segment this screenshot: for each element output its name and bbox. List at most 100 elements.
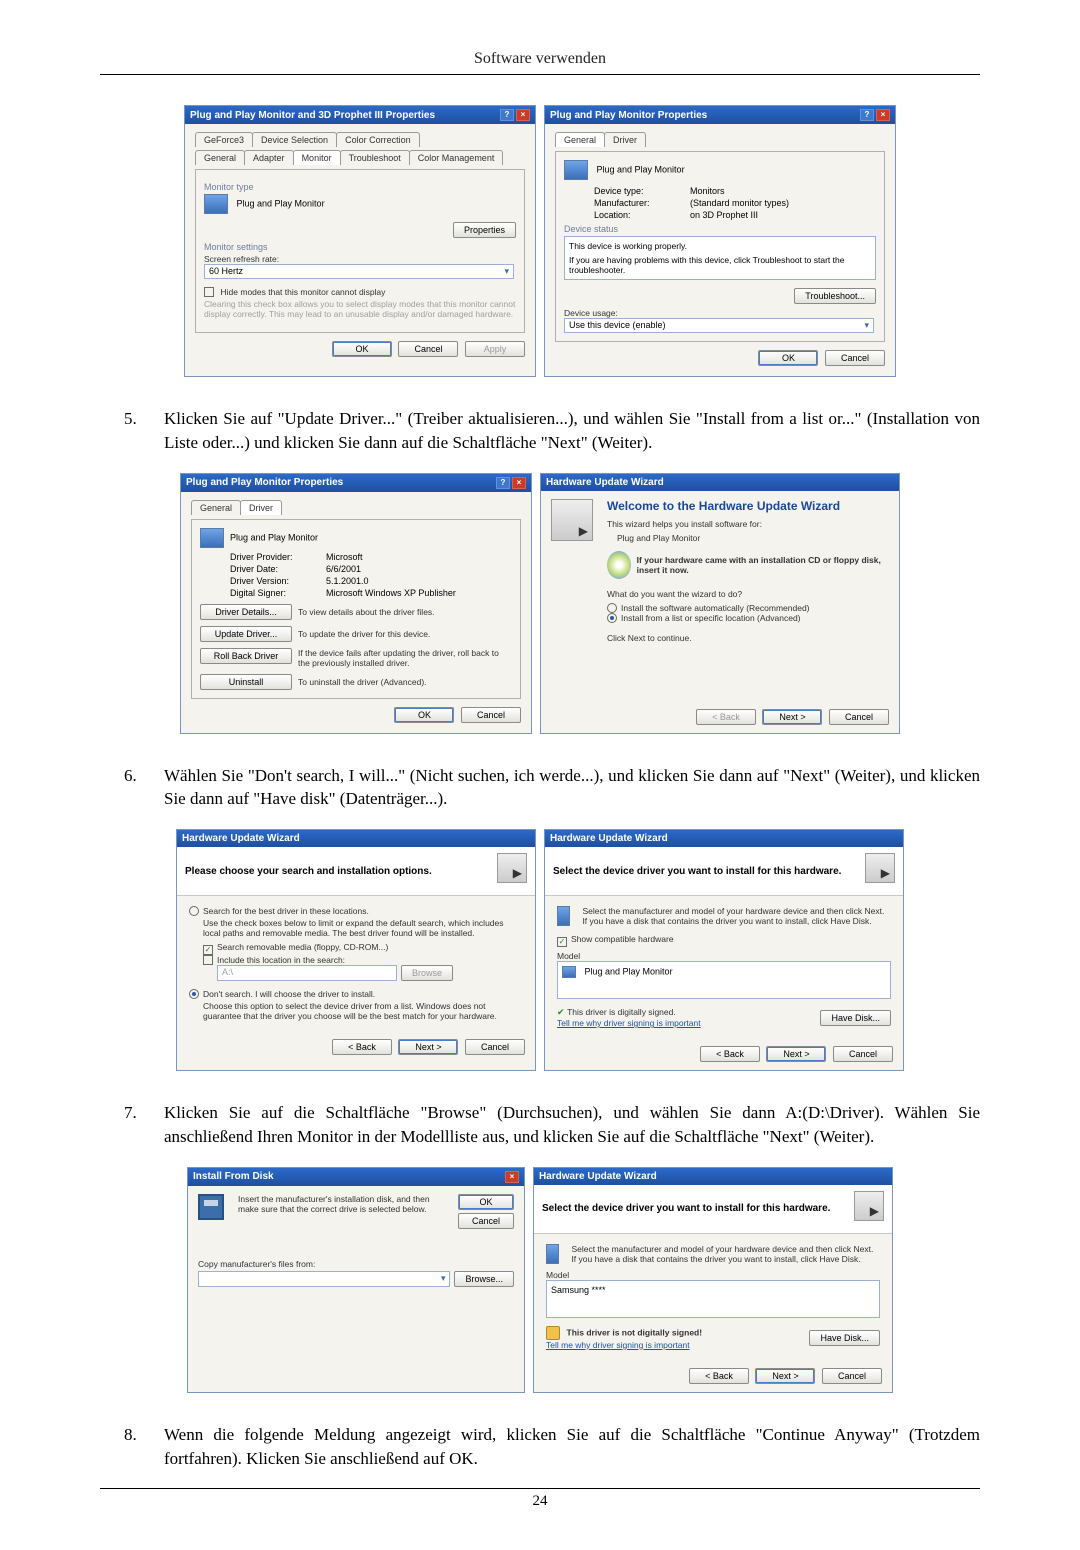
screenshot-pair-4: Install From Disk × Insert the manufactu… (100, 1167, 980, 1393)
rollback-desc: If the device fails after updating the d… (298, 648, 512, 668)
tab-adapter[interactable]: Adapter (244, 150, 294, 165)
help-icon[interactable]: ? (500, 109, 514, 121)
tab-general[interactable]: General (191, 500, 241, 515)
radio-list[interactable] (607, 613, 617, 623)
radio-dont-search[interactable] (189, 989, 199, 999)
browse-button[interactable]: Browse... (454, 1271, 514, 1287)
close-icon[interactable]: × (512, 477, 526, 489)
select-driver-desc: Select the manufacturer and model of you… (571, 1244, 880, 1264)
have-disk-button[interactable]: Have Disk... (820, 1010, 891, 1026)
display-properties-window: Plug and Play Monitor and 3D Prophet III… (184, 105, 536, 377)
cancel-button[interactable]: Cancel (461, 707, 521, 723)
provider-key: Driver Provider: (230, 552, 326, 562)
next-button[interactable]: Next > (762, 709, 822, 725)
wizard-search-options: Hardware Update Wizard Please choose you… (176, 829, 536, 1071)
ok-button[interactable]: OK (758, 350, 818, 366)
rollback-button[interactable]: Roll Back Driver (200, 648, 292, 664)
page-header: Software verwenden (100, 50, 980, 68)
cancel-button[interactable]: Cancel (458, 1213, 514, 1229)
monitor-type-label: Monitor type (204, 182, 516, 192)
model-listbox[interactable]: Plug and Play Monitor (557, 961, 891, 999)
model-label: Model (557, 951, 891, 961)
ok-button[interactable]: OK (458, 1194, 514, 1210)
sign-link[interactable]: Tell me why driver signing is important (557, 1018, 701, 1028)
model-label: Model (546, 1270, 880, 1280)
check-icon: ✔ (557, 1007, 565, 1017)
floppy-icon (198, 1194, 224, 1220)
back-button[interactable]: < Back (332, 1039, 392, 1055)
window-title: Install From Disk (193, 1171, 274, 1182)
close-icon[interactable]: × (876, 109, 890, 121)
cancel-button[interactable]: Cancel (825, 350, 885, 366)
apply-button[interactable]: Apply (465, 341, 525, 357)
path-field: A:\ (217, 965, 397, 981)
tabs-row-upper: GeForce3 Device Selection Color Correcti… (195, 132, 525, 147)
update-driver-button[interactable]: Update Driver... (200, 626, 292, 642)
hide-modes-checkbox[interactable] (204, 287, 214, 297)
sign-link[interactable]: Tell me why driver signing is important (546, 1340, 690, 1350)
wizard-icon (497, 853, 527, 883)
cancel-button[interactable]: Cancel (822, 1368, 882, 1384)
close-icon[interactable]: × (505, 1171, 519, 1183)
wizard-subtitle: Select the device driver you want to ins… (542, 1203, 830, 1214)
radio-search[interactable] (189, 906, 199, 916)
radio-auto-label: Install the software automatically (Reco… (621, 603, 810, 613)
chk-show-compatible[interactable] (557, 937, 567, 947)
tab-monitor[interactable]: Monitor (293, 150, 341, 165)
window-title: Plug and Play Monitor Properties (550, 110, 707, 121)
window-title: Hardware Update Wizard (546, 477, 664, 488)
cancel-button[interactable]: Cancel (829, 709, 889, 725)
next-button[interactable]: Next > (755, 1368, 815, 1384)
have-disk-button[interactable]: Have Disk... (809, 1330, 880, 1346)
path-dropdown[interactable] (198, 1271, 450, 1287)
model-listbox[interactable]: Samsung **** (546, 1280, 880, 1318)
tab-color-correction[interactable]: Color Correction (336, 132, 420, 147)
status-help: If you are having problems with this dev… (569, 255, 871, 275)
troubleshoot-button[interactable]: Troubleshoot... (794, 288, 876, 304)
tab-device-selection[interactable]: Device Selection (252, 132, 337, 147)
radio-list-label: Install from a list or specific location… (621, 613, 801, 623)
refresh-rate-label: Screen refresh rate: (204, 254, 516, 264)
tab-troubleshoot[interactable]: Troubleshoot (340, 150, 410, 165)
model-item[interactable]: Plug and Play Monitor (585, 967, 673, 977)
back-button[interactable]: < Back (696, 709, 756, 725)
window-title: Hardware Update Wizard (182, 833, 300, 844)
refresh-rate-dropdown[interactable]: 60 Hertz (204, 264, 514, 279)
model-item[interactable]: Samsung **** (551, 1285, 606, 1295)
tab-general[interactable]: General (555, 132, 605, 147)
back-button[interactable]: < Back (689, 1368, 749, 1384)
provider-value: Microsoft (326, 552, 363, 562)
next-button[interactable]: Next > (766, 1046, 826, 1062)
cancel-button[interactable]: Cancel (833, 1046, 893, 1062)
radio-auto[interactable] (607, 603, 617, 613)
step-text: Klicken Sie auf "Update Driver..." (Trei… (164, 407, 980, 455)
help-icon[interactable]: ? (860, 109, 874, 121)
monitor-icon (546, 1244, 559, 1264)
properties-button[interactable]: Properties (453, 222, 516, 238)
tab-driver[interactable]: Driver (604, 132, 646, 147)
help-icon[interactable]: ? (496, 477, 510, 489)
back-button[interactable]: < Back (700, 1046, 760, 1062)
tab-geforce3[interactable]: GeForce3 (195, 132, 253, 147)
tab-general[interactable]: General (195, 150, 245, 165)
close-icon[interactable]: × (516, 109, 530, 121)
wizard-heading: Welcome to the Hardware Update Wizard (607, 499, 889, 513)
ok-button[interactable]: OK (394, 707, 454, 723)
ok-button[interactable]: OK (332, 341, 392, 357)
monitor-icon (200, 528, 224, 548)
driver-details-button[interactable]: Driver Details... (200, 604, 292, 620)
uninstall-button[interactable]: Uninstall (200, 674, 292, 690)
monitor-icon (564, 160, 588, 180)
cancel-button[interactable]: Cancel (465, 1039, 525, 1055)
screenshot-pair-3: Hardware Update Wizard Please choose you… (100, 829, 980, 1071)
manu-key: Manufacturer: (594, 198, 690, 208)
devtype-value: Monitors (690, 186, 725, 196)
tab-driver[interactable]: Driver (240, 500, 282, 515)
next-button[interactable]: Next > (398, 1039, 458, 1055)
cancel-button[interactable]: Cancel (398, 341, 458, 357)
screenshot-pair-2: Plug and Play Monitor Properties ?× Gene… (100, 473, 980, 734)
titlebar: Plug and Play Monitor Properties ? × (545, 106, 895, 124)
tab-color-mgmt[interactable]: Color Management (409, 150, 504, 165)
monitor-icon (557, 906, 570, 926)
device-usage-dropdown[interactable]: Use this device (enable) (564, 318, 874, 333)
